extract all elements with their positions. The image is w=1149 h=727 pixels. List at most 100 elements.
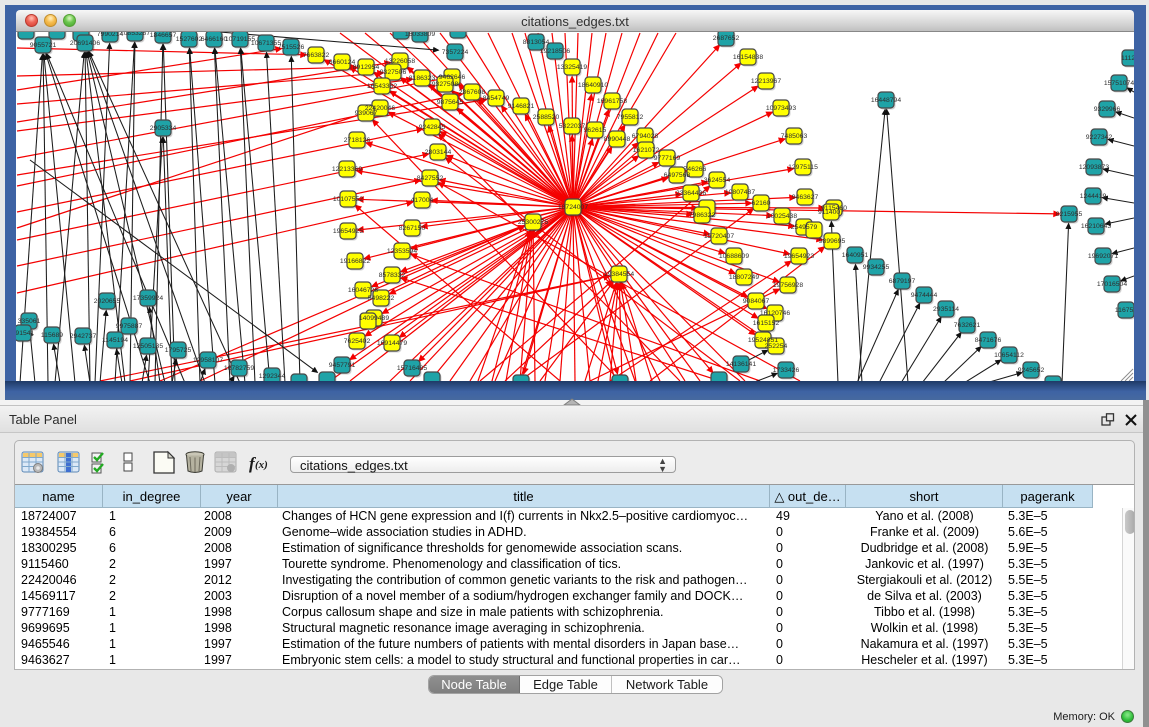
svg-text:7986322: 7986322 <box>689 212 716 219</box>
svg-text:19756928: 19756928 <box>773 282 803 289</box>
svg-text:1292344: 1292344 <box>259 373 286 380</box>
svg-text:16120746: 16120746 <box>760 310 790 317</box>
svg-text:5498222: 5498222 <box>368 295 395 302</box>
svg-text:7515526: 7515526 <box>278 44 305 51</box>
svg-text:10853287: 10853287 <box>120 32 150 37</box>
svg-text:20691406: 20691406 <box>70 40 100 47</box>
svg-text:7625402: 7625402 <box>344 338 371 345</box>
svg-text:115689: 115689 <box>41 332 63 339</box>
svg-text:2867608: 2867608 <box>459 89 486 96</box>
svg-text:16961758: 16961758 <box>597 98 627 105</box>
svg-text:1733426: 1733426 <box>773 367 800 374</box>
svg-text:9242845: 9242845 <box>419 124 446 131</box>
svg-text:7357224: 7357224 <box>442 49 469 56</box>
svg-text:8454749: 8454749 <box>483 95 510 102</box>
svg-text:2803144: 2803144 <box>425 149 452 156</box>
svg-text:9329966: 9329966 <box>1094 106 1121 113</box>
svg-text:16448794: 16448794 <box>871 97 901 104</box>
svg-text:19166822: 19166822 <box>340 258 370 265</box>
svg-text:2942737: 2942737 <box>70 333 97 340</box>
svg-text:9084067: 9084067 <box>743 298 770 305</box>
svg-text:9934255: 9934255 <box>863 264 890 271</box>
svg-text:8912954: 8912954 <box>353 64 380 71</box>
svg-text:7663822: 7663822 <box>303 52 330 59</box>
svg-text:9055721: 9055721 <box>30 42 57 49</box>
svg-text:16154838: 16154838 <box>733 54 763 61</box>
svg-text:7955812: 7955812 <box>617 114 644 121</box>
svg-text:1846657: 1846657 <box>150 32 177 39</box>
svg-text:11124: 11124 <box>1121 55 1134 62</box>
svg-text:116753: 116753 <box>1115 307 1134 314</box>
svg-text:18724007: 18724007 <box>558 204 588 211</box>
svg-text:17359924: 17359924 <box>133 295 163 302</box>
svg-text:2588520: 2588520 <box>533 114 560 121</box>
svg-text:12505135: 12505135 <box>133 343 163 350</box>
svg-text:8578332: 8578332 <box>379 272 406 279</box>
svg-text:1795725: 1795725 <box>165 347 192 354</box>
svg-text:1640951: 1640951 <box>842 252 869 259</box>
svg-text:6466160: 6466160 <box>201 36 228 43</box>
svg-text:16543382: 16543382 <box>367 83 397 90</box>
svg-text:8471676: 8471676 <box>975 337 1002 344</box>
svg-text:(x): (x) <box>255 459 268 471</box>
svg-text:16210643: 16210643 <box>1081 223 1111 230</box>
svg-text:14099489: 14099489 <box>359 315 389 322</box>
svg-text:9457791: 9457791 <box>329 362 356 369</box>
svg-text:417004: 417004 <box>411 197 434 204</box>
svg-text:12213369: 12213369 <box>332 166 362 173</box>
svg-text:19692071: 19692071 <box>1088 253 1118 260</box>
svg-text:2905334: 2905334 <box>150 125 177 132</box>
svg-text:19218506: 19218506 <box>540 48 570 55</box>
svg-text:9777169: 9777169 <box>654 155 681 162</box>
svg-text:9875645: 9875645 <box>437 99 464 106</box>
svg-text:9462646: 9462646 <box>439 74 466 81</box>
svg-text:25300275: 25300275 <box>518 219 548 226</box>
svg-text:939067: 939067 <box>355 110 378 117</box>
svg-text:18640910: 18640910 <box>578 82 608 89</box>
svg-text:3624554: 3624554 <box>704 177 731 184</box>
svg-text:13226058: 13226058 <box>385 58 415 65</box>
svg-text:12353594: 12353594 <box>387 248 417 255</box>
svg-text:10107552: 10107552 <box>333 196 363 203</box>
svg-text:8427552: 8427552 <box>417 175 444 182</box>
svg-text:6794028: 6794028 <box>632 133 659 140</box>
svg-text:10654112: 10654112 <box>994 352 1024 359</box>
svg-text:2549579: 2549579 <box>791 224 818 231</box>
svg-text:19384554: 19384554 <box>604 271 634 278</box>
svg-text:9899695: 9899695 <box>819 238 846 245</box>
svg-text:5322037: 5322037 <box>559 123 586 130</box>
svg-text:10671355: 10671355 <box>251 40 281 47</box>
svg-text:1621072: 1621072 <box>633 147 660 154</box>
svg-text:8267150: 8267150 <box>399 225 426 232</box>
svg-text:16046726: 16046726 <box>348 287 378 294</box>
svg-text:2020655: 2020655 <box>94 298 121 305</box>
svg-text:12975115: 12975115 <box>788 164 818 171</box>
svg-text:7485063: 7485063 <box>781 133 808 140</box>
svg-text:13325419: 13325419 <box>557 64 587 71</box>
svg-text:6497568: 6497568 <box>664 172 691 179</box>
svg-text:8215955: 8215955 <box>1056 211 1083 218</box>
svg-text:6879197: 6879197 <box>889 278 916 285</box>
svg-text:19654923: 19654923 <box>784 253 814 260</box>
svg-text:335061: 335061 <box>18 318 41 325</box>
svg-text:9474444: 9474444 <box>911 292 938 299</box>
svg-text:9245652: 9245652 <box>1018 367 1045 374</box>
svg-text:9227342: 9227342 <box>1086 134 1113 141</box>
svg-text:16914479: 16914479 <box>377 340 407 347</box>
svg-text:9146821: 9146821 <box>508 103 535 110</box>
svg-text:7632621: 7632621 <box>954 322 981 329</box>
svg-text:2687652: 2687652 <box>713 35 740 42</box>
svg-text:62160: 62160 <box>752 200 771 207</box>
svg-text:14136141: 14136141 <box>726 361 756 368</box>
svg-text:16782759: 16782759 <box>224 365 254 372</box>
svg-text:8990448: 8990448 <box>604 136 631 143</box>
svg-text:1615152: 1615152 <box>753 320 780 327</box>
svg-text:17016504: 17016504 <box>1097 281 1127 288</box>
svg-text:15720407: 15720407 <box>704 233 734 240</box>
svg-text:19654925: 19654925 <box>333 228 363 235</box>
svg-text:10973493: 10973493 <box>766 105 796 112</box>
svg-text:9975887: 9975887 <box>116 323 143 330</box>
svg-text:9114007: 9114007 <box>818 209 844 216</box>
svg-text:9327508: 9327508 <box>432 81 459 88</box>
svg-text:23364436: 23364436 <box>676 190 706 197</box>
